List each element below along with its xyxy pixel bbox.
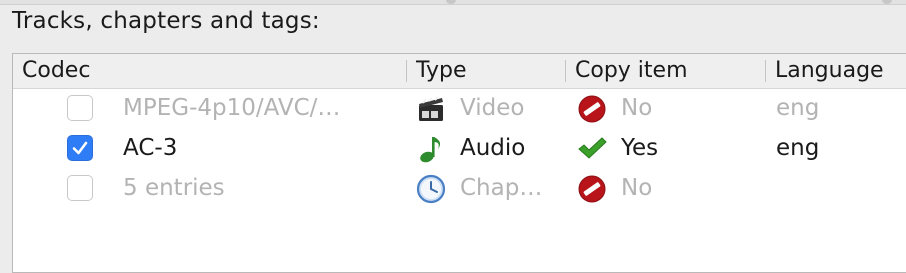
- language-cell: eng: [776, 135, 820, 161]
- column-header-type[interactable]: Type: [416, 54, 561, 88]
- codec-cell: MPEG-4p10/AVC/…: [123, 95, 341, 121]
- table-row[interactable]: MPEG-4p10/AVC/… Video No eng: [13, 88, 906, 128]
- column-separator[interactable]: [765, 60, 766, 82]
- column-header-copy-item[interactable]: Copy item: [575, 54, 760, 88]
- clock-icon: [416, 174, 446, 204]
- music-note-icon: [416, 134, 446, 164]
- top-divider: [0, 0, 906, 5]
- copy-cell: No: [621, 95, 653, 121]
- type-cell: Chap…: [460, 175, 543, 201]
- divider-handle[interactable]: [446, 0, 456, 4]
- group-title: Tracks, chapters and tags:: [12, 8, 320, 34]
- no-entry-icon: [577, 174, 607, 204]
- row-checkbox[interactable]: [67, 135, 93, 161]
- tracks-table[interactable]: Codec Type Copy item Language MPEG-4p10/…: [12, 53, 906, 273]
- no-entry-icon: [577, 94, 607, 124]
- table-row[interactable]: 5 entries Chap… No: [13, 168, 906, 208]
- type-cell: Audio: [460, 135, 526, 161]
- column-header-language[interactable]: Language: [775, 54, 906, 88]
- copy-cell: Yes: [621, 135, 659, 161]
- column-header-codec[interactable]: Codec: [22, 54, 402, 88]
- row-checkbox[interactable]: [67, 95, 93, 121]
- type-cell: Video: [460, 95, 525, 121]
- codec-cell: 5 entries: [123, 175, 225, 201]
- table-row[interactable]: AC-3 Audio Yes eng: [13, 128, 906, 168]
- column-separator[interactable]: [565, 60, 566, 82]
- divider-handle[interactable]: [882, 0, 892, 4]
- checkmark-icon: [577, 134, 607, 164]
- column-separator[interactable]: [406, 60, 407, 82]
- language-cell: eng: [776, 95, 820, 121]
- film-clapper-icon: [416, 94, 446, 124]
- codec-cell: AC-3: [123, 135, 178, 161]
- table-header: Codec Type Copy item Language: [13, 54, 906, 89]
- row-checkbox[interactable]: [67, 175, 93, 201]
- checkbox-check-icon: [72, 141, 88, 155]
- copy-cell: No: [621, 175, 653, 201]
